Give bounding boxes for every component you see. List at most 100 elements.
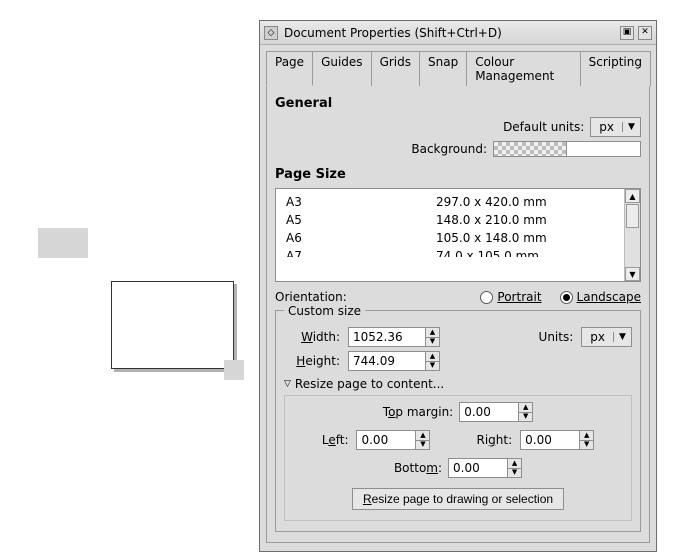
resize-button-row: Resize page to drawing or selection xyxy=(291,488,625,510)
spin-down-icon[interactable]: ▼ xyxy=(426,337,440,348)
custom-size-legend: Custom size xyxy=(284,304,365,318)
general-heading: General xyxy=(275,96,641,111)
default-units-combo[interactable]: px ▼ xyxy=(590,117,641,137)
window-title: Document Properties (Shift+Ctrl+D) xyxy=(282,26,616,40)
tab-panel-page: General Default units: px ▼ Background: … xyxy=(266,85,650,543)
spin-up-icon[interactable]: ▲ xyxy=(426,351,440,361)
landscape-label: Landscape xyxy=(577,290,641,304)
width-label: Width: xyxy=(284,330,340,344)
scroll-down-icon[interactable]: ▼ xyxy=(625,267,640,281)
spin-up-icon[interactable]: ▲ xyxy=(426,327,440,337)
width-spin[interactable]: ▲▼ xyxy=(348,327,440,347)
spin-down-icon[interactable]: ▼ xyxy=(426,361,440,372)
height-row: Height: ▲▼ xyxy=(284,351,632,371)
list-item[interactable]: A3 297.0 x 420.0 mm xyxy=(276,193,624,211)
scroll-thumb[interactable] xyxy=(626,204,639,228)
page-dim: 105.0 x 148.0 mm xyxy=(436,231,547,245)
page-name: A5 xyxy=(286,213,436,227)
top-margin-row: Top margin: ▲▼ xyxy=(291,402,625,422)
default-units-row: Default units: px ▼ xyxy=(275,117,641,137)
top-margin-spin[interactable]: ▲▼ xyxy=(459,402,533,422)
canvas-shape xyxy=(38,228,88,258)
list-item[interactable]: A5 148.0 x 210.0 mm xyxy=(276,211,624,229)
tab-bar: Page Guides Grids Snap Colour Management… xyxy=(260,45,656,86)
spin-down-icon[interactable]: ▼ xyxy=(580,440,594,451)
page-size-items: A3 297.0 x 420.0 mm A5 148.0 x 210.0 mm … xyxy=(276,189,624,281)
right-margin-spin[interactable]: ▲▼ xyxy=(520,430,594,450)
triangle-down-icon: ▽ xyxy=(284,379,291,389)
right-margin-label: Right: xyxy=(476,433,512,447)
page-name: A3 xyxy=(286,195,436,209)
shade-button[interactable]: ▣ xyxy=(620,26,634,40)
page-dim: 297.0 x 420.0 mm xyxy=(436,195,547,209)
right-margin-input[interactable] xyxy=(520,430,580,450)
radio-icon xyxy=(560,291,573,304)
bottom-margin-label: Bottom: xyxy=(394,461,442,475)
resize-title: Resize page to content... xyxy=(295,377,444,391)
resize-disclosure[interactable]: ▽ Resize page to content... xyxy=(284,377,632,391)
lr-margin-row: Left: ▲▼ Right: ▲▼ xyxy=(291,430,625,450)
width-input[interactable] xyxy=(348,327,426,347)
spin-up-icon[interactable]: ▲ xyxy=(508,458,522,468)
scroll-track[interactable] xyxy=(625,203,640,267)
bottom-margin-input[interactable] xyxy=(448,458,508,478)
left-margin-input[interactable] xyxy=(356,430,416,450)
height-spin[interactable]: ▲▼ xyxy=(348,351,440,371)
bottom-margin-row: Bottom: ▲▼ xyxy=(291,458,625,478)
radio-icon xyxy=(480,291,493,304)
custom-units-combo[interactable]: px ▼ xyxy=(581,327,632,347)
spin-down-icon[interactable]: ▼ xyxy=(416,440,430,451)
list-item[interactable]: A6 105.0 x 148.0 mm xyxy=(276,229,624,247)
page-size-list[interactable]: A3 297.0 x 420.0 mm A5 148.0 x 210.0 mm … xyxy=(275,188,641,282)
document-properties-dialog: ◇ Document Properties (Shift+Ctrl+D) ▣ ✕… xyxy=(259,20,657,552)
left-margin-label: Left: xyxy=(322,433,349,447)
units-label: Units: xyxy=(539,330,574,344)
width-row: Width: ▲▼ Units: px ▼ xyxy=(284,327,632,347)
tab-colour-management[interactable]: Colour Management xyxy=(466,51,580,86)
spin-up-icon[interactable]: ▲ xyxy=(580,430,594,440)
height-input[interactable] xyxy=(348,351,426,371)
page-name: A7 xyxy=(286,249,436,255)
chevron-down-icon: ▼ xyxy=(613,332,631,342)
canvas-page xyxy=(111,281,234,369)
tab-page[interactable]: Page xyxy=(266,51,313,86)
portrait-label: Portrait xyxy=(497,290,541,304)
spin-down-icon[interactable]: ▼ xyxy=(508,468,522,479)
top-margin-input[interactable] xyxy=(459,402,519,422)
resize-page-button[interactable]: Resize page to drawing or selection xyxy=(352,488,564,510)
radio-landscape[interactable]: Landscape xyxy=(560,290,641,304)
page-dim: 74.0 x 105.0 mm xyxy=(436,249,539,255)
background-label: Background: xyxy=(411,142,487,156)
app-icon: ◇ xyxy=(264,26,278,40)
spin-down-icon[interactable]: ▼ xyxy=(519,412,533,423)
tab-snap[interactable]: Snap xyxy=(419,51,467,86)
page-dim: 148.0 x 210.0 mm xyxy=(436,213,547,227)
titlebar[interactable]: ◇ Document Properties (Shift+Ctrl+D) ▣ ✕ xyxy=(260,21,656,45)
bottom-margin-spin[interactable]: ▲▼ xyxy=(448,458,522,478)
scrollbar[interactable]: ▲ ▼ xyxy=(624,189,640,281)
custom-size-fieldset: Custom size Width: ▲▼ Units: px ▼ xyxy=(275,310,641,532)
orientation-row: Orientation: Portrait Landscape xyxy=(275,290,641,304)
list-item[interactable]: A7 74.0 x 105.0 mm xyxy=(276,247,624,257)
margins-group: Top margin: ▲▼ Left: ▲▼ Right: xyxy=(284,395,632,521)
scroll-up-icon[interactable]: ▲ xyxy=(625,189,640,203)
default-units-label: Default units: xyxy=(503,120,584,134)
height-label: Height: xyxy=(284,354,340,368)
canvas-handle xyxy=(224,360,244,380)
spin-up-icon[interactable]: ▲ xyxy=(416,430,430,440)
tab-grids[interactable]: Grids xyxy=(371,51,420,86)
tab-guides[interactable]: Guides xyxy=(312,51,372,86)
page-size-heading: Page Size xyxy=(275,167,641,182)
background-swatch[interactable] xyxy=(567,141,641,157)
background-checker[interactable] xyxy=(493,141,567,157)
top-margin-label: Top margin: xyxy=(383,405,453,419)
close-button[interactable]: ✕ xyxy=(638,26,652,40)
custom-units-value: px xyxy=(582,330,613,344)
page-name: A6 xyxy=(286,231,436,245)
left-margin-spin[interactable]: ▲▼ xyxy=(356,430,430,450)
orientation-label: Orientation: xyxy=(275,290,347,304)
radio-portrait[interactable]: Portrait xyxy=(480,290,541,304)
spin-up-icon[interactable]: ▲ xyxy=(519,402,533,412)
background-row: Background: xyxy=(275,141,641,157)
tab-scripting[interactable]: Scripting xyxy=(580,51,651,86)
